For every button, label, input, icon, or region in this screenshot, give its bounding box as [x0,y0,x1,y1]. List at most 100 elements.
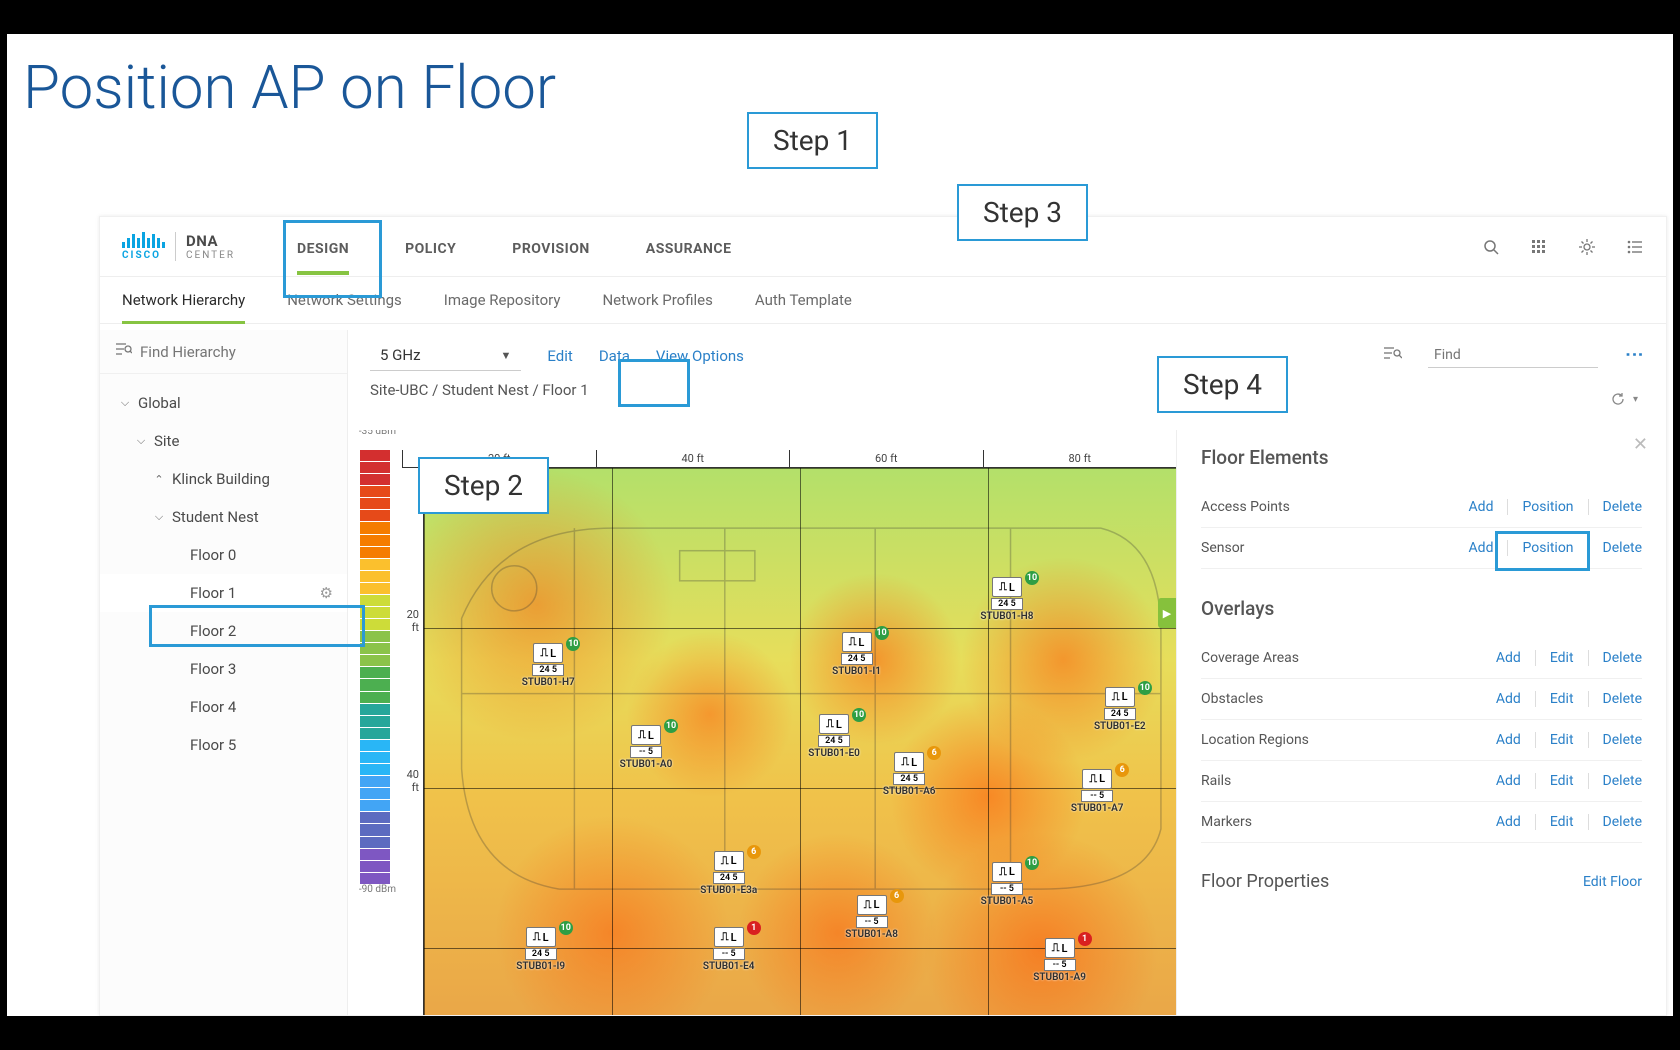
tree-node-floor-4[interactable]: Floor 4 [100,688,347,726]
tree-node-klinck-building[interactable]: ⌃Klinck Building [100,460,347,498]
ap-icon: ⎍L [1105,687,1135,707]
action-delete[interactable]: Delete [1589,650,1642,666]
topnav-design[interactable]: DESIGN [269,219,377,275]
panel-row-label: Rails [1201,773,1482,789]
action-add[interactable]: Add [1482,650,1536,666]
ap-marker-stub01-i1[interactable]: 10⎍L24 5STUB01-I1 [823,632,891,677]
callout-step2: Step 2 [418,457,549,514]
ap-marker-stub01-e4[interactable]: 1⎍L-- 5STUB01-E4 [695,927,763,972]
find-box[interactable] [1428,343,1598,368]
action-delete[interactable]: Delete [1589,814,1642,830]
ap-icon: ⎍L [1045,938,1075,958]
ap-marker-stub01-e2[interactable]: 10⎍L24 5STUB01-E2 [1086,687,1154,732]
tree-node-global[interactable]: ⌵Global [100,384,347,422]
action-delete[interactable]: Delete [1589,540,1642,556]
panel-row-coverage-areas: Coverage AreasAddEditDelete [1201,638,1642,679]
action-add[interactable]: Add [1482,732,1536,748]
hierarchy-search[interactable] [100,330,347,374]
topnav-assurance[interactable]: ASSURANCE [618,219,760,275]
hierarchy-tree: ⌵Global⌵Site⌃Klinck Building⌵Student Nes… [100,374,347,764]
subnav-auth-template[interactable]: Auth Template [755,291,852,323]
action-edit[interactable]: Edit [1536,650,1589,666]
data-button[interactable]: Data [599,347,630,365]
ap-marker-stub01-e0[interactable]: 10⎍L24 5STUB01-E0 [800,714,868,759]
edit-button[interactable]: Edit [547,347,572,365]
ap-marker-stub01-e3a[interactable]: 6⎍L24 5STUB01-E3a [695,851,763,896]
ap-icon: ⎍L [533,643,563,663]
tree-label: Floor 5 [190,736,236,754]
action-edit[interactable]: Edit [1536,814,1589,830]
ap-icon: ⎍L [819,714,849,734]
action-delete[interactable]: Delete [1589,732,1642,748]
refresh-control[interactable]: ▾ [1611,392,1638,406]
ap-channel: -- 5 [713,948,745,960]
action-delete[interactable]: Delete [1589,773,1642,789]
map-area: -35 dBm -90 dBm 20 ft40 ft60 ft80 ft 20 … [348,430,1176,1015]
topnav-policy[interactable]: POLICY [377,219,484,275]
find-input[interactable] [1434,347,1592,363]
topbar: CISCO DNA CENTER DESIGNPOLICYPROVISIONAS… [100,217,1666,277]
ap-marker-stub01-a9[interactable]: 1⎍L-- 5STUB01-A9 [1026,938,1094,983]
panel-row-obstacles: ObstaclesAddEditDelete [1201,679,1642,720]
expand-panel-tab[interactable]: ▶ [1158,598,1176,628]
tree-node-floor-0[interactable]: Floor 0 [100,536,347,574]
tree-node-floor-1[interactable]: Floor 1⚙ [100,574,347,612]
gear-icon[interactable] [1578,238,1596,256]
main-area: 5 GHz ▼ Edit Data View Options ⋮ Site- [348,330,1666,1015]
callout-step4: Step 4 [1157,356,1288,413]
ap-marker-stub01-a6[interactable]: 6⎍L24 5STUB01-A6 [875,752,943,797]
tree-node-site[interactable]: ⌵Site [100,422,347,460]
view-options-button[interactable]: View Options [656,347,744,365]
search-icon[interactable] [1482,238,1500,256]
tree-label: Site [154,432,179,450]
ap-marker-stub01-h7[interactable]: 10⎍L24 5STUB01-H7 [514,643,582,688]
tree-node-floor-5[interactable]: Floor 5 [100,726,347,764]
ap-name: STUB01-A0 [612,759,680,770]
ap-name: STUB01-A7 [1063,803,1131,814]
action-edit[interactable]: Edit [1536,773,1589,789]
ap-channel: 24 5 [525,948,557,960]
gear-icon[interactable]: ⚙ [320,584,333,602]
tree-node-student-nest[interactable]: ⌵Student Nest [100,498,347,536]
subnav-network-hierarchy[interactable]: Network Hierarchy [122,291,245,323]
action-add[interactable]: Add [1455,499,1509,515]
ap-marker-stub01-a0[interactable]: 10⎍L-- 5STUB01-A0 [612,725,680,770]
panel-row-sensor: SensorAddPositionDelete [1201,528,1642,569]
close-icon[interactable]: ✕ [1633,434,1648,455]
subnav-network-settings[interactable]: Network Settings [287,291,402,323]
band-select[interactable]: 5 GHz ▼ [370,340,521,371]
ap-name: STUB01-A9 [1026,972,1094,983]
ap-marker-stub01-a5[interactable]: 10⎍L-- 5STUB01-A5 [973,862,1041,907]
panel-heading-overlays: Overlays [1201,597,1642,620]
list-icon[interactable] [1626,238,1644,256]
apps-grid-icon[interactable] [1530,238,1548,256]
edit-floor-button[interactable]: Edit Floor [1583,874,1642,890]
panel-row-label: Obstacles [1201,691,1482,707]
action-add[interactable]: Add [1455,540,1509,556]
topnav-provision[interactable]: PROVISION [484,219,617,275]
tree-node-floor-3[interactable]: Floor 3 [100,650,347,688]
subnav-image-repository[interactable]: Image Repository [444,291,561,323]
action-edit[interactable]: Edit [1536,732,1589,748]
ap-marker-stub01-a8[interactable]: 6⎍L-- 5STUB01-A8 [838,895,906,940]
more-menu-icon[interactable]: ⋮ [1624,346,1645,366]
action-delete[interactable]: Delete [1589,691,1642,707]
ap-marker-stub01-i9[interactable]: 10⎍L24 5STUB01-I9 [507,927,575,972]
ap-badge: 10 [559,921,573,935]
action-position[interactable]: Position [1508,540,1588,556]
ap-icon: ⎍L [526,927,556,947]
ap-marker-stub01-h8[interactable]: 10⎍L24 5STUB01-H8 [973,577,1041,622]
action-add[interactable]: Add [1482,691,1536,707]
action-delete[interactable]: Delete [1589,499,1642,515]
ap-marker-stub01-a7[interactable]: 6⎍L-- 5STUB01-A7 [1063,769,1131,814]
tree-label: Floor 2 [190,622,236,640]
subnav-network-profiles[interactable]: Network Profiles [602,291,712,323]
panel-row-rails: RailsAddEditDelete [1201,761,1642,802]
action-position[interactable]: Position [1508,499,1588,515]
action-add[interactable]: Add [1482,814,1536,830]
heatmap-canvas[interactable]: 10⎍L24 5STUB01-H710⎍L-- 5STUB01-A06⎍L24 … [424,468,1176,1015]
action-add[interactable]: Add [1482,773,1536,789]
action-edit[interactable]: Edit [1536,691,1589,707]
hierarchy-search-input[interactable] [140,343,331,361]
tree-node-floor-2[interactable]: Floor 2 [100,612,347,650]
